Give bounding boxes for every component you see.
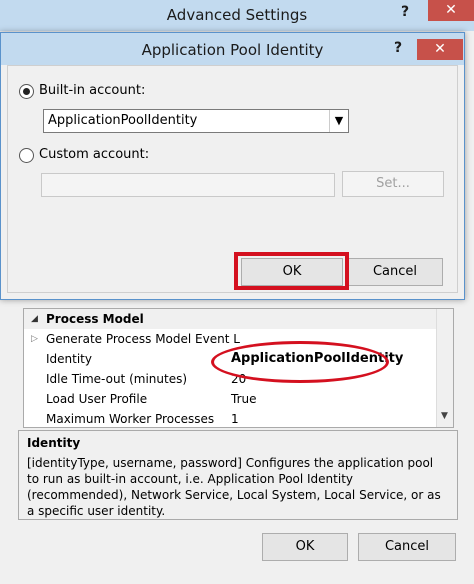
custom-account-input[interactable] [41,173,335,197]
scroll-down-icon[interactable]: ▼ [441,411,448,421]
outer-help-icon[interactable]: ? [401,4,409,20]
description-text: [identityType, username, password] Confi… [27,456,441,518]
dialog-cancel-button[interactable]: Cancel [347,258,443,286]
identity-highlight-oval [211,341,389,383]
ok-highlight-box [234,252,349,290]
expand-icon[interactable]: ▷ [31,329,38,349]
outer-close-icon[interactable]: ✕ [428,0,474,21]
grid-row-max-worker-processes[interactable]: Maximum Worker Processes 1 [24,409,437,429]
grid-row-load-user-profile[interactable]: Load User Profile True [24,389,437,409]
application-pool-identity-dialog: Application Pool Identity ? ✕ Built-in a… [0,32,465,300]
description-panel: Identity [identityType, username, passwo… [18,430,458,520]
category-process-model[interactable]: ◢ Process Model [24,309,437,329]
set-button[interactable]: Set... [342,171,444,197]
custom-account-radio[interactable] [19,148,34,163]
dialog-help-icon[interactable]: ? [394,40,402,56]
description-title: Identity [27,436,81,450]
outer-title-bar: Advanced Settings ? ✕ [0,0,474,31]
dialog-body: Built-in account: ApplicationPoolIdentit… [7,65,458,293]
builtin-account-label: Built-in account: [39,83,146,98]
outer-ok-button[interactable]: OK [262,533,348,561]
outer-cancel-button[interactable]: Cancel [358,533,456,561]
chevron-down-icon[interactable]: ▼ [329,110,348,132]
dialog-title-bar: Application Pool Identity ? ✕ [1,33,464,65]
grid-scrollbar[interactable]: ▼ [436,309,453,427]
builtin-account-radio[interactable] [19,84,34,99]
collapse-icon[interactable]: ◢ [31,309,38,329]
dialog-close-icon[interactable]: ✕ [417,39,463,60]
custom-account-label: Custom account: [39,147,150,162]
grid-row-generate-event[interactable]: ▷ Generate Process Model Event L [24,329,437,349]
builtin-account-select[interactable]: ApplicationPoolIdentity ▼ [43,109,349,133]
